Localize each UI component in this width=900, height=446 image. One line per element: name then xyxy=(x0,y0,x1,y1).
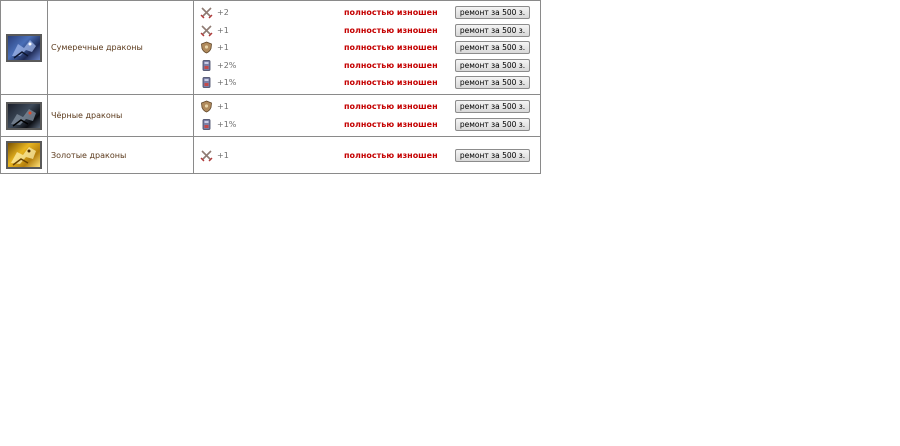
artifact-row: +2 полностью изношен ремонт за 500 з. xyxy=(194,4,540,22)
wear-status: полностью изношен xyxy=(344,119,438,129)
artifact-bonus: +1 xyxy=(217,102,229,112)
unit-name: Золотые драконы xyxy=(47,136,194,174)
repair-button[interactable]: ремонт за 500 з. xyxy=(455,41,530,54)
shield-icon xyxy=(201,100,212,113)
artifacts-cell: +2 полностью изношен ремонт за 500 з. +1… xyxy=(193,0,541,95)
wear-status: полностью изношен xyxy=(344,102,438,112)
wear-status: полностью изношен xyxy=(344,60,438,70)
black-dragon-portrait xyxy=(6,101,42,130)
artifact-bonus: +1% xyxy=(217,119,237,129)
wear-status: полностью изношен xyxy=(344,78,438,87)
artifact-bonus: +2 xyxy=(217,8,229,17)
artifact-row: +1 полностью изношен ремонт за 500 з. xyxy=(194,98,540,116)
unit-name: Сумеречные драконы xyxy=(47,0,194,95)
repair-button[interactable]: ремонт за 500 з. xyxy=(455,6,530,19)
repair-button[interactable]: ремонт за 500 з. xyxy=(455,100,530,114)
crossed-swords-icon xyxy=(200,149,213,161)
scroll-icon xyxy=(202,77,211,88)
scroll-icon xyxy=(202,59,211,71)
wear-status: полностью изношен xyxy=(344,25,438,35)
repair-button[interactable]: ремонт за 500 з. xyxy=(455,117,530,131)
crossed-swords-icon xyxy=(200,24,213,36)
unit-name: Чёрные драконы xyxy=(47,94,194,137)
artifact-bonus: +1% xyxy=(217,78,237,87)
unit-row-gold-dragons: Золотые драконы +1 полностью изношен рем… xyxy=(0,136,541,174)
artifact-row: +1% полностью изношен ремонт за 500 з. xyxy=(194,74,540,92)
unit-portrait-cell xyxy=(0,136,48,174)
unit-row-twilight-dragons: Сумеречные драконы +2 полностью изношен … xyxy=(0,0,541,95)
artifact-row: +1 полностью изношен ремонт за 500 з. xyxy=(194,39,540,57)
twilight-dragon-portrait xyxy=(6,33,42,62)
repair-button[interactable]: ремонт за 500 з. xyxy=(455,148,530,162)
unit-row-black-dragons: Чёрные драконы +1 полностью изношен ремо… xyxy=(0,94,541,137)
scroll-icon xyxy=(202,118,211,130)
wear-status: полностью изношен xyxy=(344,8,438,17)
artifact-bonus: +1 xyxy=(217,43,229,52)
artifact-row: +2% полностью изношен ремонт за 500 з. xyxy=(194,56,540,74)
artifacts-cell: +1 полностью изношен ремонт за 500 з. +1… xyxy=(193,94,541,137)
repair-button[interactable]: ремонт за 500 з. xyxy=(455,23,530,37)
crossed-swords-icon xyxy=(200,7,213,19)
unit-portrait-cell xyxy=(0,0,48,95)
gold-dragon-portrait xyxy=(6,141,42,169)
artifact-row: +1% полностью изношен ремонт за 500 з. xyxy=(194,116,540,134)
units-repair-table: Сумеречные драконы +2 полностью изношен … xyxy=(0,0,541,174)
artifacts-cell: +1 полностью изношен ремонт за 500 з. xyxy=(193,136,541,174)
artifact-bonus: +1 xyxy=(217,25,229,35)
shield-icon xyxy=(201,41,212,54)
repair-button[interactable]: ремонт за 500 з. xyxy=(455,58,530,72)
artifact-row: +1 полностью изношен ремонт за 500 з. xyxy=(194,21,540,39)
repair-button[interactable]: ремонт за 500 з. xyxy=(455,76,530,89)
unit-portrait-cell xyxy=(0,94,48,137)
wear-status: полностью изношен xyxy=(344,150,438,160)
artifact-bonus: +2% xyxy=(217,60,237,70)
artifact-row: +1 полностью изношен ремонт за 500 з. xyxy=(194,146,540,164)
wear-status: полностью изношен xyxy=(344,43,438,52)
artifact-bonus: +1 xyxy=(217,150,229,160)
